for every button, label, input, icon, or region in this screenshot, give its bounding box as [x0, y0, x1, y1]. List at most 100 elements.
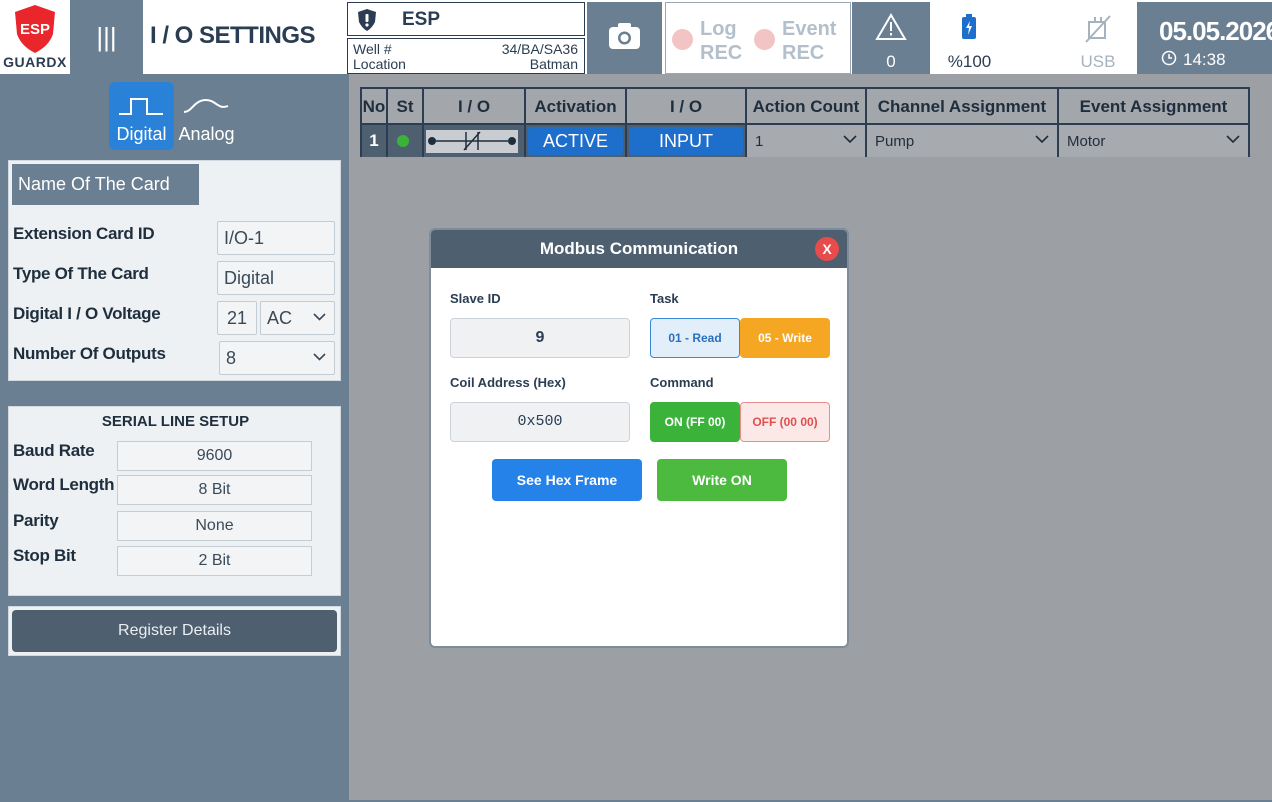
signal-type-toggle: Digital Analog — [109, 82, 239, 150]
type-field[interactable]: Digital — [217, 261, 335, 295]
camera-icon — [609, 23, 640, 49]
command-label: Command — [650, 375, 714, 390]
digital-tab[interactable]: Digital — [109, 82, 174, 150]
chevron-down-icon — [1226, 135, 1240, 144]
top-bar: ESP GUARDX ||| I / O SETTINGS ESP Well #… — [0, 0, 1272, 74]
row-number: 1 — [362, 125, 388, 157]
usb-label: USB — [1080, 52, 1116, 71]
io-symbol-cell — [424, 125, 526, 157]
well-name: ESP — [402, 9, 441, 30]
warning-icon — [875, 13, 907, 40]
date: 05.05.2026 — [1159, 16, 1272, 46]
sidebar: Digital Analog Name Of The Card Extensio… — [0, 74, 347, 802]
type-value: Digital — [224, 268, 275, 288]
table-header: I / O — [424, 89, 526, 125]
card-info-panel: Name Of The Card Extension Card ID I/O-1… — [8, 160, 341, 381]
baud-label: Baud Rate — [13, 441, 95, 460]
location-label: Location — [353, 56, 406, 72]
table-header: Activation — [526, 89, 627, 125]
well-label: Well # — [353, 41, 392, 57]
on-command-button[interactable]: ON (FF 00) — [650, 402, 740, 442]
alarm-button[interactable]: 0 — [852, 2, 930, 74]
svg-text:ESP: ESP — [20, 21, 50, 38]
battery-percent: %100 — [947, 52, 992, 71]
event-select[interactable]: Motor — [1059, 125, 1248, 157]
outputs-value: 8 — [226, 348, 237, 368]
usb-status[interactable]: USB — [1062, 2, 1134, 74]
shield-logo-icon: ESP — [15, 5, 55, 53]
well-name-row: ESP — [347, 2, 585, 36]
battery-icon — [962, 14, 976, 39]
analog-tab[interactable]: Analog — [174, 82, 239, 150]
register-details-panel: Register Details — [8, 606, 341, 656]
event-rec-line2: REC — [782, 42, 825, 64]
digital-tab-label: Digital — [116, 124, 167, 144]
baud-field[interactable]: 9600 — [117, 441, 312, 471]
activation-cell: ACTIVE — [526, 125, 627, 157]
close-button[interactable]: X — [815, 237, 839, 261]
modbus-dialog: Modbus Communication X Slave ID 9 Task 0… — [429, 228, 849, 648]
log-rec-line1: Log — [700, 18, 737, 40]
voltage-field[interactable]: 21 — [217, 301, 257, 335]
outputs-label: Number Of Outputs — [13, 344, 166, 363]
slave-id-input[interactable]: 9 — [450, 318, 630, 358]
io-table: No St I / O Activation I / O Action Coun… — [360, 87, 1250, 157]
off-command-button[interactable]: OFF (00 00) — [740, 402, 830, 442]
io-type-button[interactable]: INPUT — [629, 127, 743, 155]
io-type-cell: INPUT — [627, 125, 747, 157]
parity-field[interactable]: None — [117, 511, 312, 541]
chevron-down-icon — [313, 353, 326, 361]
time: 14:38 — [1183, 50, 1226, 69]
analog-tab-label: Analog — [178, 124, 235, 144]
log-rec-button[interactable]: Log REC — [672, 3, 758, 73]
event-rec-button[interactable]: Event REC — [754, 3, 850, 73]
word-field[interactable]: 8 Bit — [117, 475, 312, 505]
outputs-select[interactable]: 8 — [219, 341, 335, 375]
card-name-input[interactable]: Name Of The Card — [12, 164, 199, 205]
read-task-button[interactable]: 01 - Read — [650, 318, 740, 358]
channel-select[interactable]: Pump — [867, 125, 1059, 157]
action-count-select[interactable]: 1 — [747, 125, 867, 157]
channel-value: Pump — [875, 133, 915, 150]
activation-button[interactable]: ACTIVE — [528, 127, 623, 155]
table-header: No — [362, 89, 388, 125]
datetime: 05.05.2026 14:38 — [1137, 2, 1272, 74]
recording-group: Log REC Event REC — [665, 2, 851, 74]
table-header: St — [388, 89, 424, 125]
page-title: I / O SETTINGS — [150, 22, 316, 49]
voltage-value: 21 — [226, 308, 248, 328]
event-rec-line1: Event — [782, 18, 837, 40]
well-info: ESP Well # 34/BA/SA36 Location Batman — [347, 2, 585, 74]
write-task-button[interactable]: 05 - Write — [740, 318, 830, 358]
brand-name: GUARDX — [3, 54, 67, 70]
ext-id-field[interactable]: I/O-1 — [217, 221, 335, 255]
usb-disconnected-icon — [1085, 15, 1111, 43]
menu-button[interactable]: ||| — [70, 0, 143, 74]
coil-address-label: Coil Address (Hex) — [450, 375, 566, 390]
table-header: Action Count — [747, 89, 867, 125]
ext-id-label: Extension Card ID — [13, 224, 155, 243]
screenshot-button[interactable] — [587, 2, 662, 74]
stop-field[interactable]: 2 Bit — [117, 546, 312, 576]
status-cell — [388, 125, 424, 157]
voltage-type-select[interactable]: AC — [260, 301, 335, 335]
register-details-button[interactable]: Register Details — [12, 610, 337, 652]
serial-title: SERIAL LINE SETUP — [101, 413, 250, 430]
voltage-type-value: AC — [267, 308, 293, 328]
menu-icon: ||| — [96, 22, 117, 52]
chevron-down-icon — [1035, 135, 1049, 144]
table-header: I / O — [627, 89, 747, 125]
see-hex-frame-button[interactable]: See Hex Frame — [492, 459, 642, 501]
table-header: Event Assignment — [1059, 89, 1248, 125]
table-header: Channel Assignment — [867, 89, 1059, 125]
status-ok-icon — [397, 135, 409, 147]
action-count-value: 1 — [755, 133, 764, 150]
serial-line-panel: SERIAL LINE SETUP Baud Rate 9600 Word Le… — [8, 406, 341, 596]
log-rec-line2: REC — [700, 42, 743, 64]
sine-wave-icon — [183, 98, 229, 113]
normally-closed-contact-icon — [426, 130, 518, 153]
chevron-down-icon — [843, 135, 857, 144]
clock-icon — [1161, 50, 1177, 66]
coil-address-input[interactable]: 0x500 — [450, 402, 630, 442]
write-on-button[interactable]: Write ON — [657, 459, 787, 501]
